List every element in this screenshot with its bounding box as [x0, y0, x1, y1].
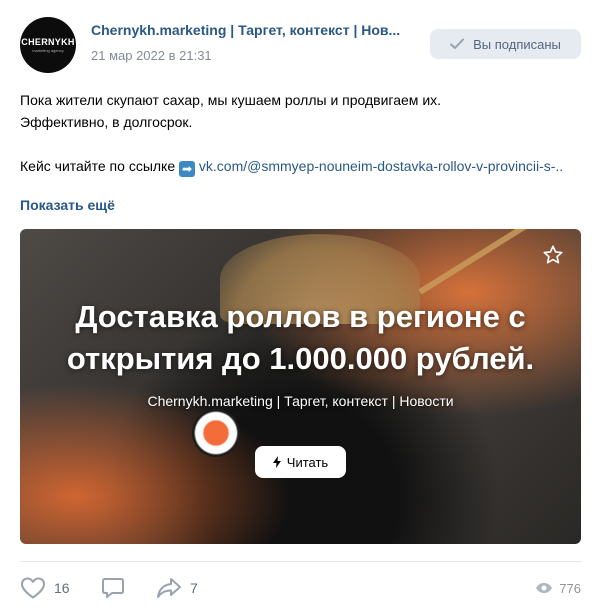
eye-icon — [536, 583, 553, 593]
card-source: Chernykh.marketing | Таргет, контекст | … — [147, 393, 454, 409]
post-text: Пока жители скупают сахар, мы кушаем рол… — [20, 89, 580, 177]
avatar[interactable]: CHERNYKH marketing agency — [20, 17, 76, 73]
avatar-logo-text: CHERNYKH — [21, 37, 75, 47]
post-date[interactable]: 21 мар 2022 в 21:31 — [91, 48, 212, 63]
read-button-label: Читать — [286, 454, 329, 470]
author-name[interactable]: Chernykh.marketing | Таргет, контекст | … — [91, 22, 416, 38]
view-count: 776 — [559, 580, 581, 596]
post-line-1: Пока жители скупают сахар, мы кушаем рол… — [20, 92, 442, 108]
views-counter: 776 — [535, 575, 581, 601]
subscribed-button[interactable]: Вы подписаны — [430, 29, 581, 59]
heart-icon — [21, 577, 45, 599]
link-prefix: Кейс читайте по ссылке — [20, 158, 176, 174]
subscribed-label: Вы подписаны — [473, 36, 561, 52]
check-icon — [450, 38, 465, 49]
sushi-roll-graphic — [192, 409, 240, 457]
avatar-logo-subtext: marketing agency — [32, 48, 64, 53]
article-card[interactable]: Доставка роллов в регионе с открытия до … — [20, 229, 581, 544]
card-headline: Доставка роллов в регионе с открытия до … — [20, 296, 581, 380]
show-more-link[interactable]: Показать ещё — [20, 197, 115, 213]
share-button[interactable]: 7 — [156, 575, 198, 601]
read-button[interactable]: Читать — [255, 446, 346, 478]
share-count: 7 — [190, 580, 198, 596]
lightning-icon — [272, 456, 281, 468]
like-button[interactable]: 16 — [20, 575, 70, 601]
comment-button[interactable] — [101, 575, 125, 601]
post-line-2: Эффективно, в долгосрок. — [20, 114, 193, 130]
divider — [20, 561, 581, 562]
comment-icon — [102, 578, 124, 598]
like-count: 16 — [54, 580, 70, 596]
card-headline-line-2: открытия до 1.000.000 рублей. — [66, 341, 535, 376]
right-arrow-emoji-icon: ➡ — [179, 161, 196, 177]
share-arrow-icon — [157, 578, 181, 598]
card-headline-line-1: Доставка роллов в регионе с — [75, 299, 526, 334]
star-icon[interactable] — [542, 244, 564, 266]
case-link[interactable]: vk.com/@smmyep-nouneim-dostavka-rollov-v… — [199, 158, 563, 174]
